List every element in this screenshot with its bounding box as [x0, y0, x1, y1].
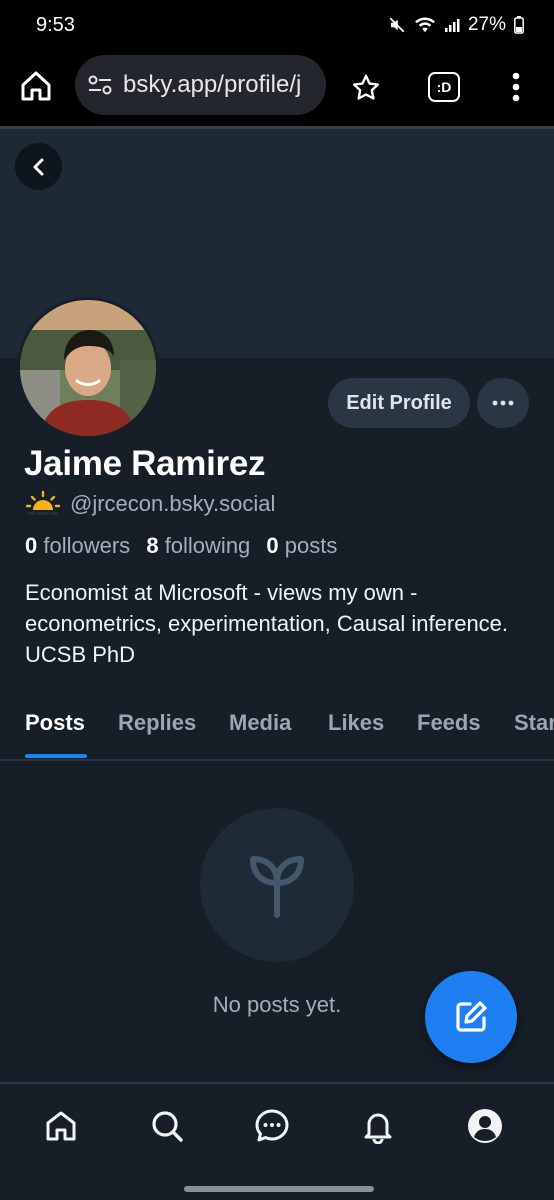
profile-icon	[468, 1109, 502, 1143]
home-icon	[46, 1111, 76, 1141]
bookmark-button[interactable]	[350, 72, 382, 104]
tab-media[interactable]: Media	[229, 710, 291, 736]
profile-more-button[interactable]	[477, 378, 529, 428]
tab-starter-packs[interactable]: Starter Packs	[514, 710, 554, 736]
site-settings-icon[interactable]	[87, 72, 113, 98]
tab-switcher-button[interactable]: :D	[428, 72, 460, 102]
chat-icon	[255, 1109, 289, 1142]
tab-replies[interactable]: Replies	[118, 710, 196, 736]
nav-chat[interactable]	[252, 1106, 292, 1146]
signal-icon	[444, 19, 460, 32]
active-tab-indicator	[25, 754, 87, 758]
profile-tabs: Posts Replies Media Likes Feeds Starter …	[0, 700, 554, 760]
sunrise-icon	[26, 490, 60, 515]
sprout-icon	[250, 856, 304, 918]
nav-profile[interactable]	[465, 1106, 505, 1146]
posts-stat: 0 posts	[266, 533, 337, 558]
posts-label: posts	[284, 533, 338, 558]
compose-post-button[interactable]	[425, 971, 517, 1063]
gesture-bar	[184, 1186, 374, 1192]
more-horizontal-icon	[492, 400, 514, 406]
status-time: 9:53	[36, 14, 75, 36]
mute-icon	[389, 17, 405, 33]
edit-profile-button[interactable]: Edit Profile	[328, 378, 470, 428]
nav-notifications[interactable]	[358, 1106, 398, 1146]
star-icon	[353, 74, 379, 100]
following-count: 8	[146, 533, 159, 558]
browser-toolbar: bsky.app/profile/j :D	[0, 52, 554, 128]
battery-percent: 27%	[467, 14, 506, 35]
nav-home[interactable]	[41, 1106, 81, 1146]
search-icon	[152, 1111, 183, 1142]
status-bar: 9:53 27%	[0, 0, 554, 52]
wifi-icon	[415, 17, 435, 33]
profile-bio: Economist at Microsoft - views my own - …	[25, 580, 509, 667]
battery-icon	[514, 16, 524, 34]
browser-menu-button[interactable]	[505, 70, 527, 104]
browser-home-button[interactable]	[16, 66, 56, 106]
url-text: bsky.app/profile/j	[123, 71, 302, 98]
nav-search[interactable]	[147, 1106, 187, 1146]
tabs-divider	[0, 759, 554, 761]
tab-likes[interactable]: Likes	[328, 710, 384, 736]
status-icons: 27%	[388, 14, 524, 36]
following-label: following	[164, 533, 251, 558]
compose-icon	[456, 1001, 487, 1032]
avatar[interactable]	[17, 297, 159, 439]
profile-handle: @jrcecon.bsky.social	[70, 491, 276, 516]
posts-count: 0	[266, 533, 279, 558]
bottom-navigation	[0, 1082, 554, 1200]
profile-stats: 0 followers 8 following 0 posts	[25, 533, 347, 559]
following-stat[interactable]: 8 following	[146, 533, 250, 558]
bell-icon	[364, 1113, 392, 1144]
chevron-left-icon	[33, 158, 43, 175]
followers-stat[interactable]: 0 followers	[25, 533, 130, 558]
more-vertical-icon	[512, 72, 520, 102]
home-icon	[21, 71, 51, 101]
followers-label: followers	[43, 533, 131, 558]
display-name: Jaime Ramirez	[24, 444, 266, 483]
followers-count: 0	[25, 533, 38, 558]
tab-posts[interactable]: Posts	[25, 710, 85, 736]
empty-state-illustration	[200, 808, 354, 962]
tab-feeds[interactable]: Feeds	[417, 710, 481, 736]
back-button[interactable]	[15, 143, 62, 190]
address-bar[interactable]: bsky.app/profile/j	[75, 55, 326, 115]
handle-row: @jrcecon.bsky.social	[26, 490, 275, 518]
